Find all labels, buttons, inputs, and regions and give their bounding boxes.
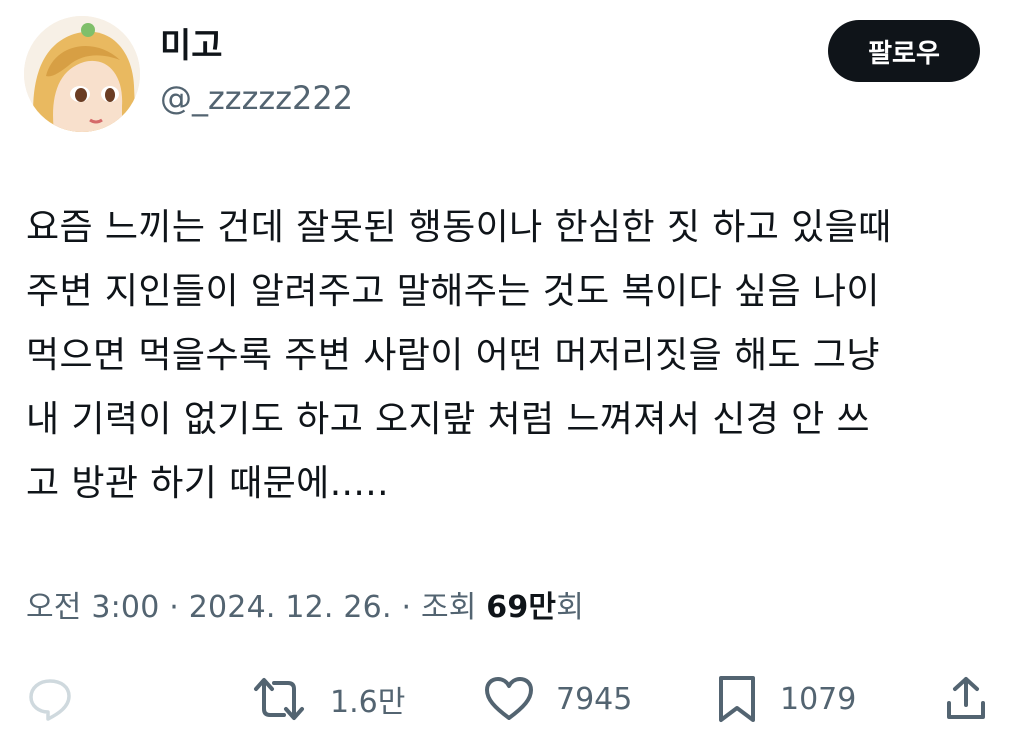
tweet-line: 고 방관 하기 때문에.....	[26, 463, 389, 504]
tweet-line: 먹으면 먹을수록 주변 사람이 어떤 머저리짓을 해도 그냥	[26, 335, 880, 376]
like-count: 7945	[556, 681, 633, 717]
meta-separator: ·	[159, 590, 189, 625]
reply-button[interactable]	[26, 668, 74, 730]
views-label: 조회	[420, 590, 487, 625]
share-icon	[947, 677, 985, 719]
like-button[interactable]: 7945	[484, 668, 632, 730]
tweet-text: 요즘 느끼는 건데 잘못된 행동이나 한심한 짓 하고 있을때 주변 지인들이 …	[26, 196, 1016, 516]
follow-button[interactable]: 팔로우	[828, 20, 980, 82]
post-time[interactable]: 오전 3:00	[26, 590, 160, 625]
bookmark-count: 1079	[780, 681, 857, 717]
avatar-illustration	[24, 16, 140, 132]
tweet-line: 요즘 느끼는 건데 잘못된 행동이나 한심한 짓 하고 있을때	[26, 207, 892, 248]
avatar[interactable]	[24, 16, 140, 132]
reply-icon	[29, 679, 71, 721]
tweet-line: 주변 지인들이 알려주고 말해주는 것도 복이다 싶음 나이	[26, 271, 880, 312]
share-button[interactable]	[944, 668, 988, 730]
views-count[interactable]: 69만	[486, 590, 556, 625]
views-suffix: 회	[556, 590, 585, 625]
display-name[interactable]: 미고	[160, 24, 223, 68]
post-date[interactable]: 2024. 12. 26.	[189, 590, 392, 625]
heart-icon	[485, 677, 533, 720]
repost-button[interactable]: 1.6만	[250, 668, 405, 730]
repost-count: 1.6만	[330, 685, 406, 720]
tweet-meta: 오전 3:00 · 2024. 12. 26. · 조회 69만회	[26, 585, 584, 631]
user-handle[interactable]: @_zzzzz222	[160, 76, 353, 120]
meta-separator: ·	[391, 590, 421, 625]
repost-icon	[254, 678, 304, 720]
bookmark-icon	[719, 676, 755, 722]
action-bar: 1.6만 7945 1079	[0, 668, 1024, 730]
tweet-line: 내 기력이 없기도 하고 오지랖 처럼 느껴져서 신경 안 쓰	[26, 399, 871, 440]
bookmark-button[interactable]: 1079	[716, 668, 856, 730]
